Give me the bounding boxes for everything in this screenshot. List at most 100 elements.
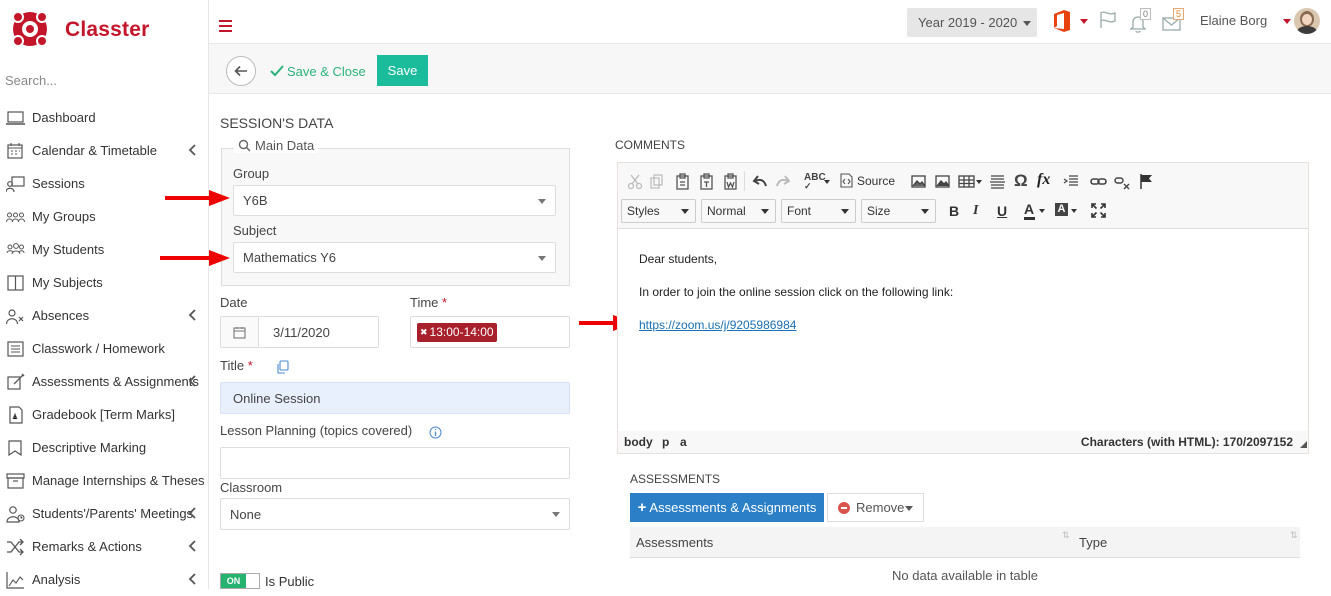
date-field[interactable]: 3/11/2020 [220, 316, 379, 348]
sidebar-item-my-subjects[interactable]: My Subjects [0, 266, 209, 299]
shuffle-icon [7, 538, 24, 555]
sidebar-item-calendar[interactable]: Calendar & Timetable [0, 134, 209, 167]
add-assessment-button[interactable]: + Assessments & Assignments [630, 493, 824, 522]
spellcheck-icon[interactable]: ABC ✓ [804, 173, 826, 192]
sidebar-item-gradebook[interactable]: Gradebook [Term Marks] [0, 398, 209, 431]
italic-icon[interactable]: I [973, 203, 978, 219]
toolbar-separator [744, 171, 745, 191]
flag-icon[interactable] [1099, 10, 1119, 30]
sidebar-item-internships[interactable]: Manage Internships & Theses [0, 464, 209, 497]
chevron-left-icon[interactable] [188, 572, 197, 586]
sidebar-item-assessments[interactable]: Assessments & Assignments [0, 365, 209, 398]
editor-content[interactable]: Dear students, In order to join the onli… [618, 230, 1308, 431]
special-char-icon[interactable]: Ω [1014, 171, 1028, 191]
sidebar-item-descriptive-marking[interactable]: Descriptive Marking [0, 431, 209, 464]
messages-envelope-icon[interactable]: 5 [1162, 8, 1190, 34]
size-dropdown[interactable]: Size [861, 199, 936, 223]
sort-icon[interactable]: ⇅ [1062, 530, 1069, 541]
size-dropdown-label: Size [867, 204, 891, 218]
styles-dropdown[interactable]: Styles [621, 199, 696, 223]
sidebar-item-analysis[interactable]: Analysis [0, 563, 209, 596]
year-selector[interactable]: Year 2019 - 2020 [907, 8, 1037, 37]
time-tag[interactable]: ✖ 13:00-14:00 [417, 322, 497, 342]
path-element[interactable]: p [662, 435, 669, 449]
chart-icon [6, 571, 24, 589]
column-header-type[interactable]: Type [1079, 535, 1107, 550]
indent-icon[interactable] [1062, 173, 1079, 190]
link-icon[interactable] [1090, 173, 1107, 190]
chevron-down-icon[interactable] [976, 180, 982, 184]
cut-icon[interactable] [627, 173, 644, 190]
is-public-toggle[interactable]: ON [220, 573, 260, 589]
group-select[interactable]: Y6B [233, 185, 556, 216]
paste-word-icon[interactable] [722, 173, 739, 190]
image-icon[interactable] [910, 173, 927, 190]
sidebar-item-meetings[interactable]: Students'/Parents' Meetings [0, 497, 209, 530]
formula-icon[interactable]: fx [1037, 171, 1050, 189]
horizontal-line-icon[interactable] [989, 173, 1006, 190]
chevron-down-icon[interactable] [1071, 209, 1077, 213]
hamburger-menu-icon[interactable] [219, 20, 232, 32]
sidebar-item-classwork[interactable]: Classwork / Homework [0, 332, 209, 365]
year-selector-label: Year 2019 - 2020 [918, 15, 1018, 30]
chevron-left-icon[interactable] [188, 539, 197, 553]
path-element[interactable]: a [680, 435, 687, 449]
remove-x-icon[interactable]: ✖ [420, 327, 428, 338]
bold-icon[interactable]: B [949, 203, 959, 219]
classter-logo-icon[interactable] [10, 9, 50, 49]
back-button[interactable] [226, 56, 256, 86]
info-icon[interactable] [429, 426, 442, 439]
source-button[interactable]: Source [840, 173, 895, 188]
anchor-flag-icon[interactable] [1138, 173, 1155, 190]
remove-button[interactable]: Remove [827, 493, 924, 522]
sidebar-item-absences[interactable]: Absences [0, 299, 209, 332]
font-dropdown[interactable]: Font [781, 199, 856, 223]
notifications-bell-icon[interactable]: 0 [1129, 8, 1157, 34]
calendar-icon[interactable] [221, 317, 259, 347]
chevron-left-icon[interactable] [188, 374, 197, 388]
group-label: Group [233, 166, 270, 181]
chevron-left-icon[interactable] [188, 308, 197, 322]
table-icon[interactable] [958, 173, 975, 190]
maximize-icon[interactable] [1090, 202, 1107, 219]
sidebar-search-input[interactable]: Search... [5, 73, 57, 88]
chevron-down-icon[interactable] [824, 180, 830, 184]
copy-icon[interactable] [276, 360, 289, 374]
image-alt-icon[interactable] [934, 173, 951, 190]
lesson-planning-input[interactable] [220, 447, 570, 479]
bg-color-icon[interactable]: A [1055, 203, 1068, 216]
format-dropdown[interactable]: Normal [701, 199, 776, 223]
chevron-left-icon[interactable] [188, 143, 197, 157]
book-icon [7, 274, 24, 291]
office-icon[interactable] [1052, 10, 1088, 32]
marking-icon [8, 439, 22, 456]
redo-icon[interactable] [775, 173, 792, 190]
resize-handle-icon[interactable] [1300, 441, 1307, 448]
classroom-select[interactable]: None [220, 498, 570, 530]
undo-icon[interactable] [751, 173, 768, 190]
copy-icon[interactable] [649, 173, 666, 190]
chevron-left-icon[interactable] [188, 506, 197, 520]
source-label: Source [857, 173, 896, 188]
save-close-button[interactable]: Save & Close [270, 62, 366, 80]
zoom-meeting-link[interactable]: https://zoom.us/j/9205986984 [639, 318, 796, 332]
sidebar-item-remarks[interactable]: Remarks & Actions [0, 530, 209, 563]
path-element[interactable]: body [624, 435, 653, 449]
title-input[interactable]: Online Session [220, 382, 570, 414]
save-button[interactable]: Save [377, 55, 428, 86]
sort-icon[interactable]: ⇅ [1290, 530, 1298, 541]
subject-select[interactable]: Mathematics Y6 [233, 242, 556, 273]
unlink-icon[interactable] [1114, 173, 1131, 190]
user-menu[interactable]: Elaine Borg [1200, 8, 1324, 35]
column-header-assessments[interactable]: Assessments [636, 535, 713, 550]
chevron-down-icon[interactable] [1039, 209, 1045, 213]
time-field[interactable]: ✖ 13:00-14:00 [410, 316, 570, 348]
text-color-icon[interactable]: A [1024, 202, 1035, 220]
paste-icon[interactable] [674, 173, 691, 190]
sidebar-item-dashboard[interactable]: Dashboard [0, 101, 209, 134]
app-name[interactable]: Classter [65, 18, 149, 42]
underline-icon[interactable]: U [997, 203, 1007, 219]
action-bar: Save & Close Save [209, 44, 1331, 94]
sidebar-item-label: Students'/Parents' Meetings [32, 506, 194, 521]
paste-text-icon[interactable] [698, 173, 715, 190]
